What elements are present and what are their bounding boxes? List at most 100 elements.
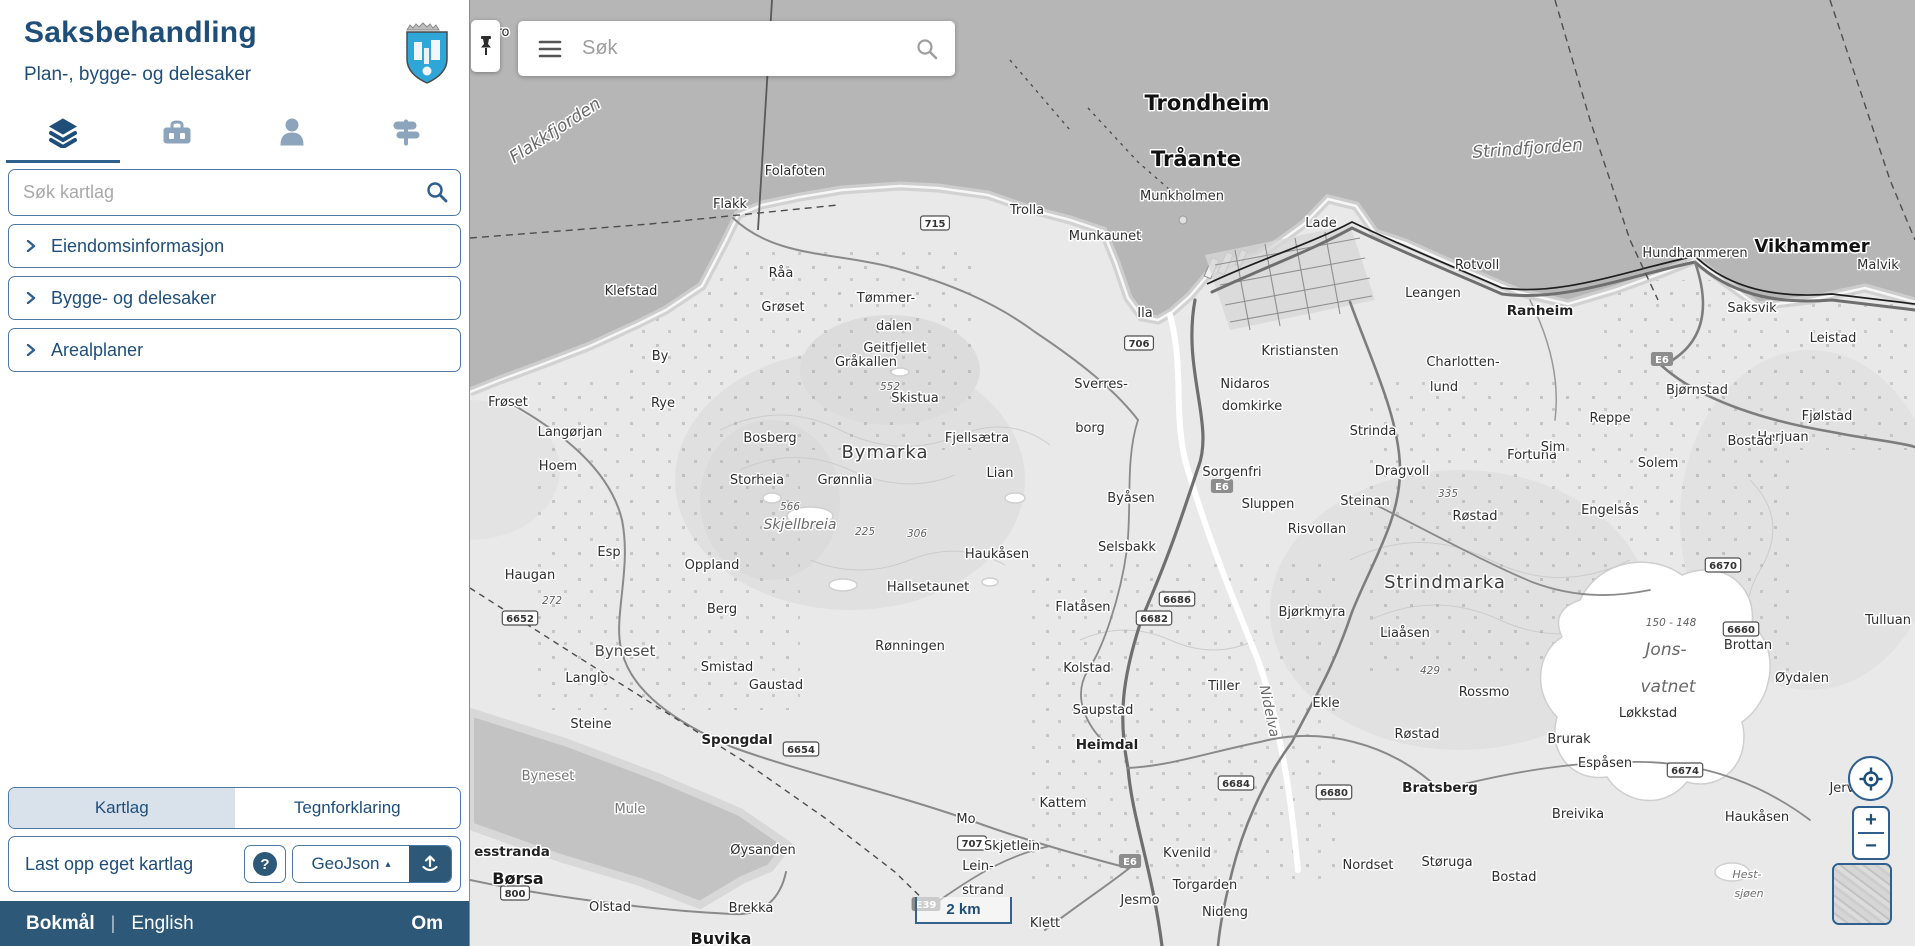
map-label: Langlo [565,671,608,686]
road-badge: E6 [1651,352,1673,366]
map-label: 306 [907,528,927,540]
map-label: Olstad [589,900,631,915]
map-label: Klett [1030,916,1060,931]
road-badge: 6654 [783,742,818,756]
format-dropdown[interactable]: GeoJson ▴ [293,846,409,882]
map-label: Hoem [539,459,577,474]
map-label: Fjellsætra [945,431,1009,446]
map-label: 150 - 148 [1646,617,1697,629]
map-label: Fjølstad [1802,409,1853,424]
tab-guideposts[interactable] [349,110,463,163]
map-label: Leangen [1405,286,1461,301]
map-label: Trolla [1009,203,1044,218]
map-search-bar [518,21,955,76]
map-label: 566 [780,501,800,513]
tab-user[interactable] [235,110,349,163]
menu-icon[interactable] [538,39,562,59]
pin-tool-button[interactable] [471,20,500,72]
municipality-crest-icon [403,20,451,86]
bottom-tab-bar: Kartlag Tegnforklaring [8,787,461,829]
accordion-label: Bygge- og delesaker [51,288,216,309]
map-label: Skjellbreia [763,517,836,533]
upload-file-button[interactable] [409,846,451,882]
svg-text:6654: 6654 [787,745,815,756]
map-label: Ranheim [1507,303,1574,319]
road-badge: 715 [921,216,950,230]
map-label: Mule [614,802,645,817]
map-label: Bostad [1492,870,1537,885]
map-label: Tiller [1207,679,1240,694]
zoom-out-button[interactable]: − [1854,834,1888,858]
tab-toolbox[interactable] [120,110,234,163]
map-label: Haukåsen [965,547,1029,562]
map-label: sjøen [1734,887,1763,900]
map-label: Jesmo [1119,893,1159,908]
language-separator: | [111,913,116,934]
map-label: borg [1075,421,1105,436]
accordion-bygge-og-delesaker[interactable]: Bygge- og delesaker [8,276,461,320]
map-label: Buvika [691,929,752,946]
map-label: Haukåsen [1725,810,1789,825]
map-label: Hallsetaunet [887,580,969,595]
map-label: 429 [1420,665,1440,677]
upload-format-group: GeoJson ▴ [292,845,452,883]
map-label: Flatåsen [1055,600,1110,615]
zoom-in-button[interactable]: + [1854,808,1888,832]
map-label: 335 [1438,488,1458,500]
language-english-link[interactable]: English [131,913,193,935]
map-label: Munkaunet [1069,229,1142,244]
search-icon [425,180,449,204]
upload-help-button[interactable]: ? [244,845,286,883]
map-label: Kolstad [1063,661,1111,676]
tab-map-layers[interactable] [6,110,120,163]
accordion-label: Eiendomsinformasjon [51,236,224,257]
language-bokmal-link[interactable]: Bokmål [26,913,95,935]
map-label: Breivika [1552,807,1604,822]
overview-map-toggle[interactable] [1832,863,1892,925]
sidebar-header: Saksbehandling Plan-, bygge- og delesake… [0,0,469,92]
map-label: Liaåsen [1380,626,1430,641]
map-label: Rotvoll [1455,258,1499,273]
map-label: Strinda [1350,424,1397,439]
map-label: Saupstad [1073,703,1134,718]
upload-own-layer-row: Last opp eget kartlag ? GeoJson ▴ [8,836,461,892]
road-badge: 6684 [1218,776,1253,790]
map-label: Torgarden [1172,878,1238,893]
upload-label: Last opp eget kartlag [25,854,244,875]
map-label: Klefstad [605,284,658,299]
sidebar-footer: Bokmål | English Om [0,901,469,946]
road-badge: 6670 [1705,558,1740,572]
map-label: Lein- [962,859,994,874]
sidebar-spacer [0,372,469,787]
map-base: 7157067078006652665466866682668466806670… [470,0,1915,946]
map-label: Bjørnstad [1666,383,1728,398]
map-label: Byåsen [1107,491,1155,506]
accordion-eiendomsinformasjon[interactable]: Eiendomsinformasjon [8,224,461,268]
road-badge: 6686 [1159,592,1194,606]
map-label: Saksvik [1727,301,1777,316]
layer-search-input[interactable] [8,169,461,216]
map-label: lund [1430,380,1458,395]
search-icon[interactable] [915,37,939,61]
geolocate-button[interactable] [1848,756,1893,801]
map-label: domkirke [1222,399,1282,414]
about-link[interactable]: Om [411,913,443,935]
map-label: Bostad [1728,434,1773,449]
tab-tegnforklaring[interactable]: Tegnforklaring [235,788,461,828]
map-label: Rye [651,396,675,411]
map-label: Smistad [701,660,754,675]
map-label: Frøset [488,395,528,410]
map-label: Vikhammer [1754,236,1869,257]
map-canvas[interactable]: 7157067078006652665466866682668466806670… [470,0,1915,946]
map-search-input[interactable] [580,36,899,61]
accordion-arealplaner[interactable]: Arealplaner [8,328,461,372]
person-icon [276,116,308,148]
map-label: Steinan [1340,494,1389,509]
tab-kartlag[interactable]: Kartlag [9,788,235,828]
sidebar-tab-bar [0,110,469,163]
svg-text:715: 715 [925,219,946,230]
zoom-control: + − [1852,806,1890,860]
svg-text:706: 706 [1129,339,1150,350]
map-label: Trondheim [1144,91,1269,115]
chevron-right-icon [25,240,37,252]
